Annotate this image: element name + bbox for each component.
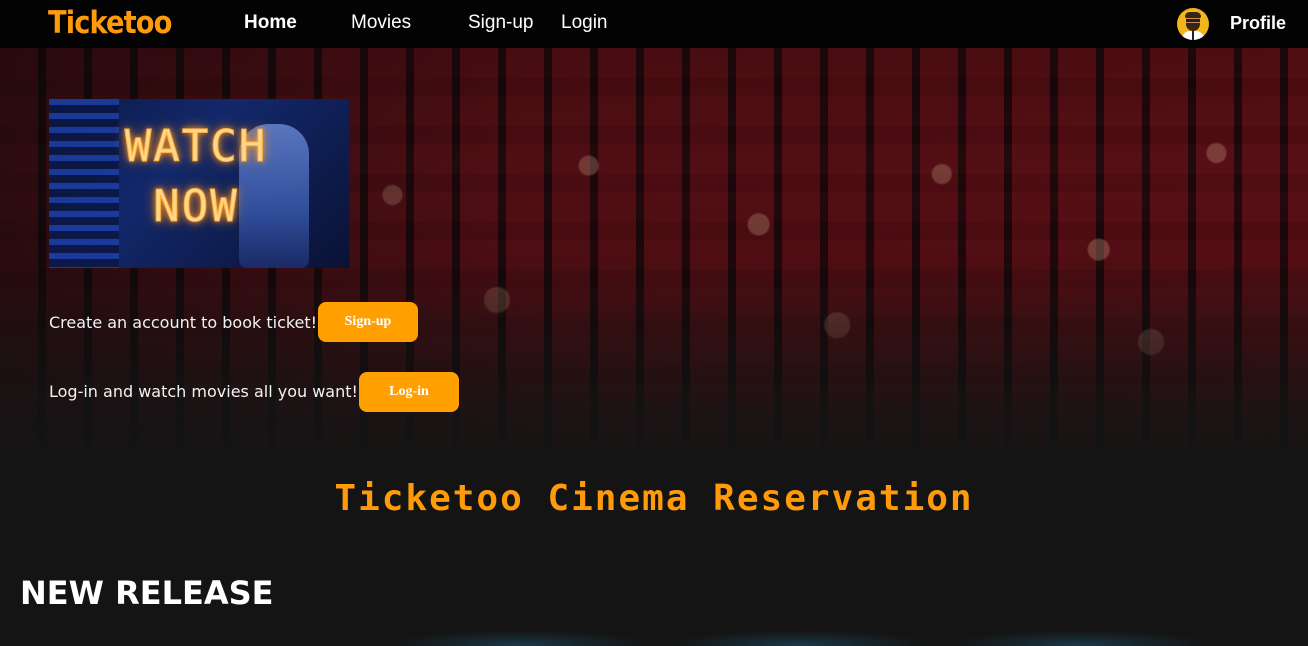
signup-button[interactable]: Sign-up	[318, 302, 418, 342]
watch-now-line2: NOW	[153, 181, 239, 233]
movie-card-glow	[950, 630, 1210, 646]
login-button[interactable]: Log-in	[359, 372, 459, 412]
nav-movies-link[interactable]: Movies	[351, 12, 411, 34]
watch-now-banner: WATCH NOW	[49, 99, 349, 268]
nav-profile-link[interactable]: Profile	[1230, 13, 1286, 34]
hero-section: WATCH NOW Create an account to book tick…	[0, 48, 1308, 468]
nav-login-link[interactable]: Login	[561, 12, 608, 34]
nav-home-link[interactable]: Home	[244, 12, 297, 34]
brand-logo[interactable]: Ticketoo	[48, 5, 172, 41]
movie-card-glow	[390, 630, 650, 646]
new-release-heading: NEW RELEASE	[20, 574, 274, 612]
nav-signup-link[interactable]: Sign-up	[468, 12, 534, 34]
watch-now-banner-text: WATCH NOW	[121, 117, 271, 237]
user-avatar-icon[interactable]	[1177, 8, 1209, 40]
movie-card-glow	[670, 630, 930, 646]
signup-cta-text: Create an account to book ticket!	[49, 313, 318, 332]
page-title: Ticketoo Cinema Reservation	[334, 478, 974, 519]
login-cta-text: Log-in and watch movies all you want!	[49, 382, 358, 401]
watch-now-line1: WATCH	[124, 121, 268, 173]
navbar: Ticketoo Home Movies Sign-up Login Profi…	[0, 0, 1308, 48]
